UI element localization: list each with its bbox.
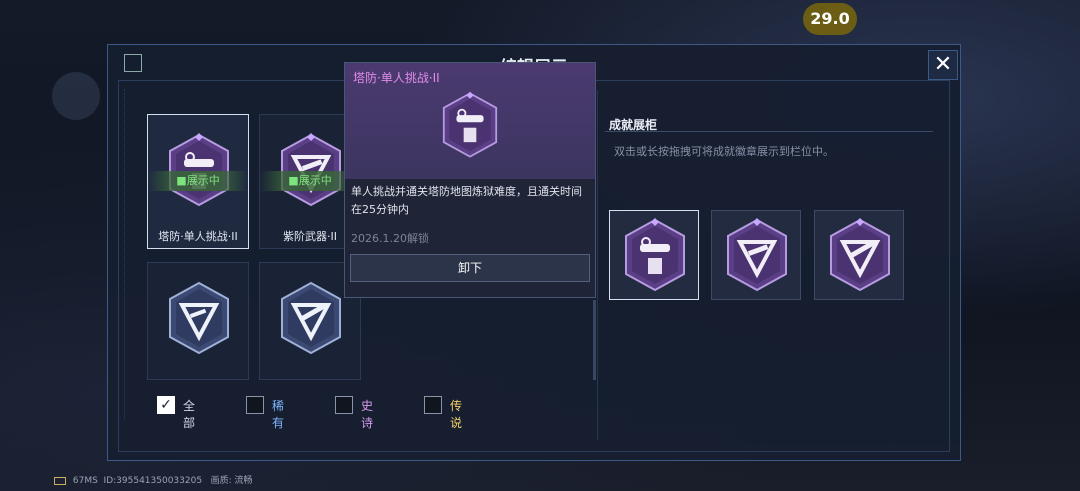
status-footer: 67MS ID:395541350033205 画质: 流畅	[54, 473, 253, 486]
weapon-badge-icon	[281, 133, 341, 207]
weapon-badge-icon	[727, 218, 787, 292]
cabinet-slot-2[interactable]	[711, 210, 801, 300]
library-scrollbar[interactable]	[593, 300, 596, 380]
filter-rare-label[interactable]: 稀有	[272, 397, 284, 431]
ping-text: 67MS	[72, 476, 98, 486]
tooltip-unlock-date: 2026.1.20解锁	[351, 232, 429, 245]
cabinet-slot-3[interactable]	[814, 210, 904, 300]
background-avatar	[52, 72, 100, 120]
badge-card-tower[interactable]: ■展示中 塔防·单人挑战·II	[147, 114, 249, 249]
close-button[interactable]: ✕	[928, 50, 958, 80]
tower-badge-icon	[442, 91, 498, 158]
badge-card-label: 塔防·单人挑战·II	[158, 230, 238, 243]
filter-all-checkbox[interactable]: ✓	[157, 396, 175, 414]
tower-badge-icon	[169, 133, 229, 207]
filter-rare-checkbox[interactable]	[246, 396, 264, 414]
column-divider	[597, 90, 598, 440]
gun-badge-icon	[830, 218, 890, 292]
filter-legend-checkbox[interactable]	[424, 396, 442, 414]
cabinet-divider	[605, 131, 933, 132]
panel-header-decoration	[124, 52, 214, 74]
filter-epic-label[interactable]: 史诗	[361, 397, 373, 431]
unload-button[interactable]: 卸下	[350, 254, 590, 282]
badge-detail-tooltip: 塔防·单人挑战·II 单人挑战并通关塔防地图炼狱难度，且通关时间在25分钟内 2…	[344, 62, 596, 298]
tooltip-title: 塔防·单人挑战·II	[353, 71, 440, 85]
tower-badge-icon	[625, 218, 685, 292]
gun-badge-icon	[281, 281, 341, 355]
battery-icon	[54, 476, 66, 485]
fps-counter: 29.0	[803, 3, 857, 35]
player-id: ID:395541350033205	[103, 476, 203, 486]
quality-text: 画质: 流畅	[210, 476, 253, 486]
badge-card-v[interactable]	[147, 262, 249, 380]
tooltip-header: 塔防·单人挑战·II	[345, 63, 595, 179]
v-badge-icon	[169, 281, 229, 355]
filter-all-label[interactable]: 全部	[183, 397, 195, 431]
tooltip-description: 单人挑战并通关塔防地图炼狱难度，且通关时间在25分钟内	[351, 185, 582, 216]
cabinet-description: 双击或长按拖拽可将成就徽章展示到栏位中。	[614, 145, 834, 158]
filter-epic-checkbox[interactable]	[335, 396, 353, 414]
decor-ruler	[124, 89, 131, 419]
cabinet-slot-1[interactable]	[609, 210, 699, 300]
showing-tag: ■展示中	[148, 171, 248, 191]
filter-legend-label[interactable]: 传说	[450, 397, 462, 431]
